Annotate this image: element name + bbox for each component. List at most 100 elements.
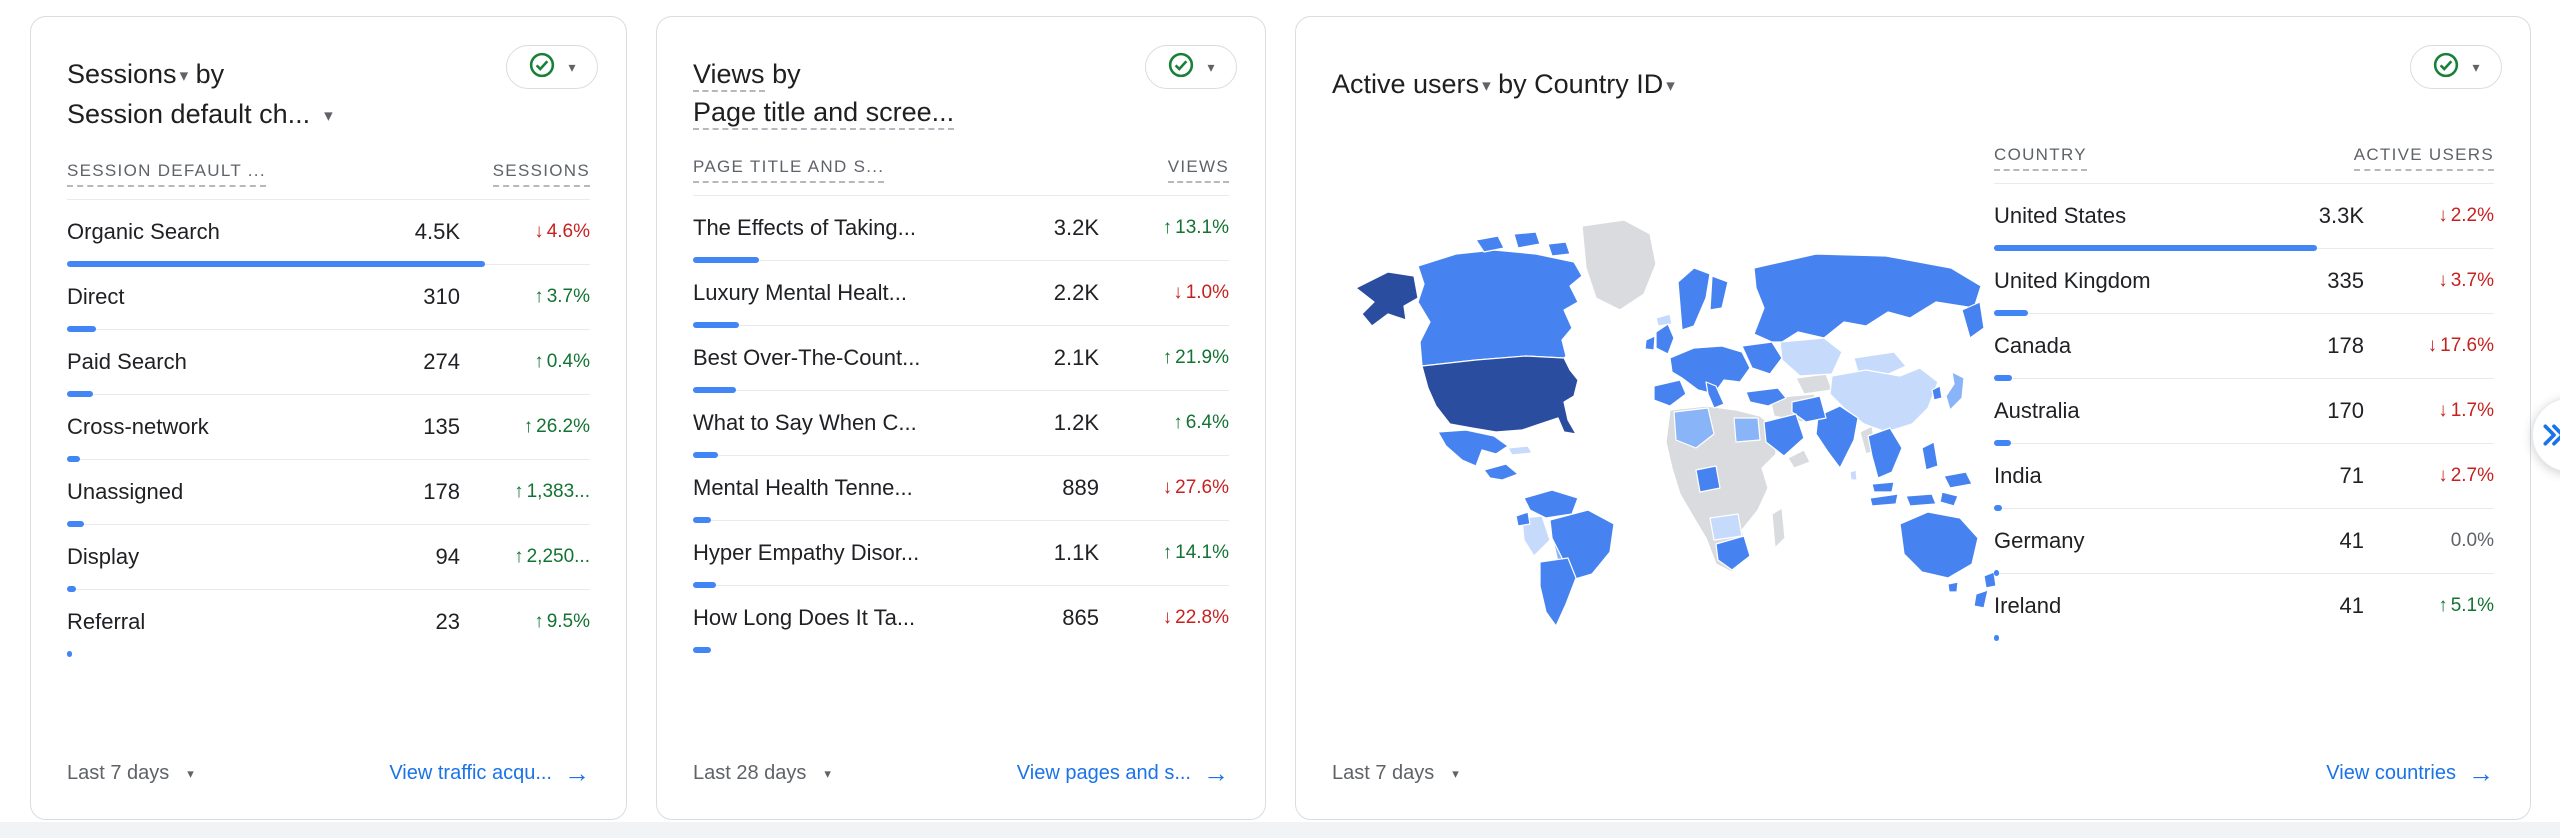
chevron-down-icon: ▾ <box>324 106 333 125</box>
change-arrow-icon: ↑ <box>2438 595 2448 616</box>
metric-column-header[interactable]: SESSIONS <box>493 161 590 187</box>
table-row[interactable]: Ireland41↑5.1% <box>1994 574 2494 638</box>
table-row[interactable]: Direct310↑3.7% <box>67 265 590 330</box>
row-value: 4.5K <box>360 219 460 245</box>
column-headers: SESSION DEFAULT ... SESSIONS <box>67 161 590 200</box>
table-row[interactable]: Germany410.0% <box>1994 509 2494 574</box>
chevron-right-icon <box>2541 422 2560 448</box>
view-report-link[interactable]: View countries→ <box>2326 758 2494 789</box>
change-arrow-icon: ↑ <box>1173 412 1183 433</box>
check-circle-icon <box>2432 51 2460 84</box>
row-label: India <box>1994 463 2264 489</box>
data-quality-badge[interactable]: ▾ <box>1145 45 1237 89</box>
analytics-dashboard: ▾ Sessions▾ by Session default ch...▾ SE… <box>0 0 2560 838</box>
table-row[interactable]: The Effects of Taking...3.2K↑13.1% <box>693 196 1229 261</box>
row-change: ↓4.6% <box>460 221 590 243</box>
row-label: Display <box>67 544 360 570</box>
table-row[interactable]: Best Over-The-Count...2.1K↑21.9% <box>693 326 1229 391</box>
table-row[interactable]: Paid Search274↑0.4% <box>67 330 590 395</box>
chevron-down-icon: ▾ <box>1482 76 1491 95</box>
change-arrow-icon: ↑ <box>1163 217 1173 238</box>
views-card: ▾ Views by Page title and scree... PAGE … <box>656 16 1266 820</box>
change-arrow-icon: ↓ <box>534 221 544 242</box>
table-row[interactable]: United States3.3K↓2.2% <box>1994 184 2494 249</box>
change-arrow-icon: ↓ <box>2438 270 2448 291</box>
table-row[interactable]: Luxury Mental Healt...2.2K↓1.0% <box>693 261 1229 326</box>
column-headers: COUNTRY ACTIVE USERS <box>1994 145 2494 184</box>
row-value: 71 <box>2264 463 2364 489</box>
change-text: 22.8% <box>1175 607 1229 628</box>
row-change: ↓3.7% <box>2364 270 2494 292</box>
row-label: Best Over-The-Count... <box>693 345 999 371</box>
row-change: ↓2.2% <box>2364 205 2494 227</box>
arrow-right-icon: → <box>1203 758 1229 789</box>
row-value: 335 <box>2264 268 2364 294</box>
table-row[interactable]: United Kingdom335↓3.7% <box>1994 249 2494 314</box>
data-quality-badge[interactable]: ▾ <box>506 45 598 89</box>
metric-column-header[interactable]: ACTIVE USERS <box>2354 145 2494 171</box>
row-change: ↑21.9% <box>1099 347 1229 369</box>
table-row[interactable]: What to Say When C...1.2K↑6.4% <box>693 391 1229 456</box>
row-label: Mental Health Tenne... <box>693 475 999 501</box>
table-row[interactable]: Hyper Empathy Disor...1.1K↑14.1% <box>693 521 1229 586</box>
chevron-down-icon: ▾ <box>1452 766 1459 782</box>
views-table: The Effects of Taking...3.2K↑13.1% Luxur… <box>693 196 1229 650</box>
dimension-column-header[interactable]: PAGE TITLE AND S... <box>693 157 884 183</box>
date-range-selector[interactable]: Last 28 days▾ <box>693 762 831 785</box>
change-text: 6.4% <box>1186 412 1229 433</box>
date-range-selector[interactable]: Last 7 days▾ <box>1332 762 1459 785</box>
table-row[interactable]: Display94↑2,250... <box>67 525 590 590</box>
table-row[interactable]: Australia170↓1.7% <box>1994 379 2494 444</box>
sessions-table: Organic Search4.5K↓4.6% Direct310↑3.7% P… <box>67 200 590 654</box>
row-label: United States <box>1994 203 2264 229</box>
row-label: Germany <box>1994 528 2264 554</box>
row-value: 41 <box>2264 593 2364 619</box>
insights-panel-toggle[interactable] <box>2532 398 2560 472</box>
table-row[interactable]: Unassigned178↑1,383... <box>67 460 590 525</box>
row-value: 865 <box>999 605 1099 631</box>
table-row[interactable]: Referral23↑9.5% <box>67 590 590 654</box>
metric-selector[interactable]: Views <box>693 59 765 92</box>
metric-column-header[interactable]: VIEWS <box>1168 157 1229 183</box>
row-label: Canada <box>1994 333 2264 359</box>
change-arrow-icon: ↑ <box>514 481 524 502</box>
row-label: Direct <box>67 284 360 310</box>
dimension-selector[interactable]: Session default ch...▾ <box>67 99 333 129</box>
date-range-selector[interactable]: Last 7 days▾ <box>67 762 194 785</box>
row-label: Australia <box>1994 398 2264 424</box>
row-value: 23 <box>360 609 460 635</box>
table-row[interactable]: Canada178↓17.6% <box>1994 314 2494 379</box>
card-footer: Last 7 days▾ View traffic acqu...→ <box>67 758 590 789</box>
metric-selector[interactable]: Sessions▾ <box>67 59 188 89</box>
world-map-choropleth[interactable] <box>1326 205 2026 645</box>
dimension-column-header[interactable]: SESSION DEFAULT ... <box>67 161 266 187</box>
change-arrow-icon: ↓ <box>1173 282 1183 303</box>
dimension-selector[interactable]: Country ID▾ <box>1534 69 1675 99</box>
table-row[interactable]: How Long Does It Ta...865↓22.8% <box>693 586 1229 650</box>
card-title: Active users▾ by Country ID▾ <box>1332 65 2494 105</box>
row-value: 274 <box>360 349 460 375</box>
change-text: 3.7% <box>547 286 590 307</box>
metric-selector[interactable]: Active users▾ <box>1332 69 1491 99</box>
table-row[interactable]: India71↓2.7% <box>1994 444 2494 509</box>
change-text: 0.0% <box>2451 530 2494 551</box>
card-footer: Last 28 days▾ View pages and s...→ <box>693 758 1229 789</box>
table-row[interactable]: Organic Search4.5K↓4.6% <box>67 200 590 265</box>
data-quality-badge[interactable]: ▾ <box>2410 45 2502 89</box>
row-change: ↑1,383... <box>460 481 590 503</box>
change-text: 5.1% <box>2451 595 2494 616</box>
view-report-link[interactable]: View traffic acqu...→ <box>389 758 590 789</box>
row-change: 0.0% <box>2364 530 2494 552</box>
value-bar <box>693 647 711 653</box>
row-value: 1.2K <box>999 410 1099 436</box>
countries-table: COUNTRY ACTIVE USERS United States3.3K↓2… <box>1994 145 2494 638</box>
dimension-selector[interactable]: Page title and scree... <box>693 97 954 130</box>
view-report-link[interactable]: View pages and s...→ <box>1017 758 1229 789</box>
table-row[interactable]: Cross-network135↑26.2% <box>67 395 590 460</box>
table-row[interactable]: Mental Health Tenne...889↓27.6% <box>693 456 1229 521</box>
row-change: ↑13.1% <box>1099 217 1229 239</box>
change-arrow-icon: ↓ <box>1163 607 1173 628</box>
dimension-column-header[interactable]: COUNTRY <box>1994 145 2087 171</box>
change-arrow-icon: ↑ <box>514 546 524 567</box>
change-arrow-icon: ↓ <box>2438 205 2448 226</box>
